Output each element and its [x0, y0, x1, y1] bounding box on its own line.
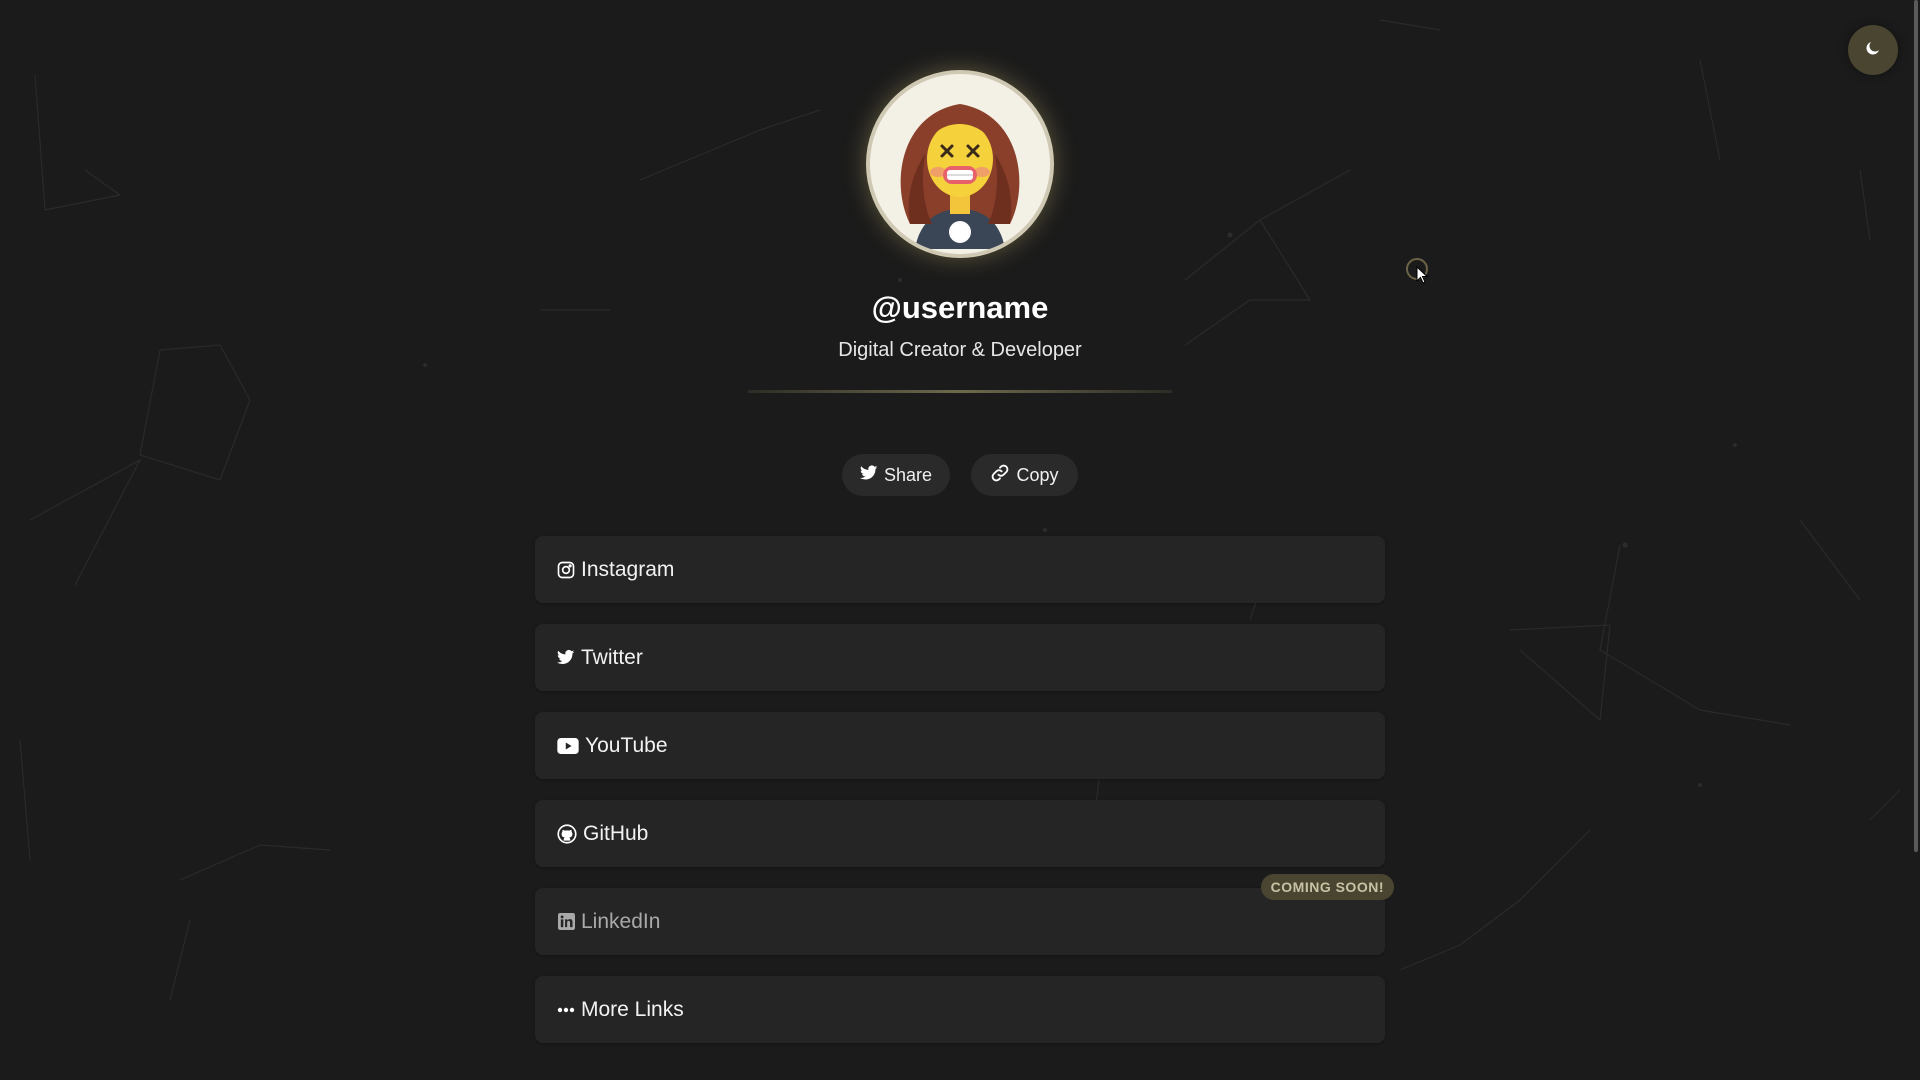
link-more-links[interactable]: More Links	[535, 976, 1385, 1043]
link-github[interactable]: GitHub	[535, 800, 1385, 867]
linkedin-icon	[557, 913, 575, 931]
avatar	[866, 70, 1054, 258]
link-label: GitHub	[583, 821, 649, 845]
link-linkedin: LinkedIn COMING SOON!	[535, 874, 1394, 955]
link-youtube[interactable]: YouTube	[535, 712, 1385, 779]
more-dots-icon	[557, 1001, 575, 1019]
scrollbar[interactable]	[1914, 0, 1918, 852]
link-instagram[interactable]: Instagram	[535, 536, 1385, 603]
link-label: Twitter	[581, 645, 643, 669]
youtube-icon	[557, 737, 579, 755]
coming-soon-badge: COMING SOON!	[1260, 874, 1394, 900]
copy-link-button[interactable]: Copy	[971, 454, 1078, 496]
twitter-icon	[557, 649, 575, 667]
theme-toggle-button[interactable]	[1848, 25, 1898, 75]
profile-username: @username	[871, 290, 1049, 325]
link-twitter[interactable]: Twitter	[535, 624, 1385, 691]
moon-icon	[1864, 39, 1882, 62]
copy-label: Copy	[1016, 464, 1059, 485]
link-icon	[990, 463, 1010, 488]
github-icon	[557, 823, 577, 844]
share-button[interactable]: Share	[842, 454, 950, 496]
profile-bio: Digital Creator & Developer	[838, 339, 1082, 361]
twitter-icon	[859, 464, 878, 486]
mouse-cursor-icon	[1416, 266, 1429, 284]
link-label: More Links	[581, 997, 684, 1021]
instagram-icon	[557, 561, 575, 579]
link-label: YouTube	[585, 733, 668, 757]
links-list: Instagram Twitter YouTube GitHub LinkedI…	[535, 536, 1394, 1064]
divider	[748, 390, 1172, 393]
link-label: LinkedIn	[581, 909, 661, 933]
share-label: Share	[883, 464, 933, 485]
link-label: Instagram	[581, 557, 675, 581]
